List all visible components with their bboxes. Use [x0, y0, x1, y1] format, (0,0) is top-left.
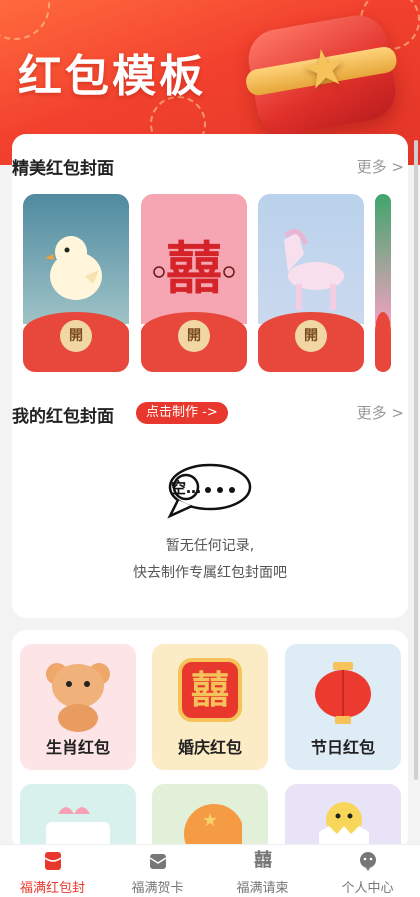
category-label: 生肖红包: [45, 738, 110, 757]
category-festival[interactable]: 节日红包: [285, 644, 401, 770]
cover-item[interactable]: 開: [23, 194, 129, 372]
lantern-icon: [315, 662, 371, 724]
page-title: 红包模板: [18, 51, 206, 102]
open-button[interactable]: 開: [178, 320, 210, 352]
mine-title: 我的红包封面: [12, 407, 114, 427]
wedding-xi-icon: 囍: [178, 658, 242, 722]
nav-label: 福满请柬: [236, 881, 289, 896]
create-badge-button[interactable]: 点击制作 ->: [136, 402, 228, 424]
category-zodiac[interactable]: 生肖红包: [20, 644, 136, 770]
horse-icon: [284, 229, 344, 310]
nav-item-red-envelope[interactable]: 福满红包封: [0, 845, 105, 897]
firework-decoration: [0, 0, 50, 40]
star-icon: ★: [296, 35, 353, 104]
empty-speech-bubble-icon: 空…: [167, 463, 252, 519]
zodiac-mouse-icon: [46, 663, 110, 732]
double-happiness-icon: 囍: [153, 237, 235, 302]
cover-item[interactable]: [375, 194, 391, 372]
category-wedding[interactable]: 囍 婚庆红包: [152, 644, 268, 770]
empty-message-line1: 暂无任何记录,: [165, 538, 255, 554]
bottom-nav: 福满红包封 福满贺卡 囍 福满请柬 个人中心: [0, 844, 420, 897]
chick-icon: [45, 236, 102, 300]
cover-item[interactable]: 囍 開: [141, 194, 247, 372]
mine-more-link[interactable]: 更多 >: [357, 402, 404, 423]
featured-more-link[interactable]: 更多 >: [357, 156, 404, 177]
floral-icon: [375, 194, 391, 324]
red-envelope-illustration: ★: [243, 10, 401, 140]
empty-bubble-text: 空…: [171, 479, 201, 497]
category-label: 节日红包: [310, 738, 375, 757]
cover-item[interactable]: 開: [258, 194, 364, 372]
greeting-card-icon: [149, 854, 167, 869]
nav-label: 个人中心: [341, 881, 394, 896]
coin-icon: ★: [184, 804, 242, 850]
empty-message-line2: 快去制作专属红包封面吧: [133, 565, 287, 581]
chick-egg-icon: [319, 802, 369, 848]
nav-item-greeting-card[interactable]: 福满贺卡: [105, 845, 210, 897]
nav-label: 福满红包封: [19, 881, 85, 896]
profile-icon: [360, 852, 376, 871]
nav-label: 福满贺卡: [131, 881, 184, 896]
nav-item-invitation[interactable]: 囍 福满请柬: [210, 845, 315, 897]
svg-text:囍: 囍: [166, 237, 222, 302]
svg-text:★: ★: [202, 810, 218, 831]
scrollbar[interactable]: [414, 140, 418, 780]
double-happiness-icon: 囍: [254, 850, 272, 871]
open-button[interactable]: 開: [60, 320, 92, 352]
nav-item-profile[interactable]: 个人中心: [315, 845, 420, 897]
featured-title: 精美红包封面: [12, 159, 114, 179]
red-envelope-icon: [44, 852, 62, 870]
open-button[interactable]: 開: [295, 320, 327, 352]
category-label: 婚庆红包: [177, 738, 242, 757]
